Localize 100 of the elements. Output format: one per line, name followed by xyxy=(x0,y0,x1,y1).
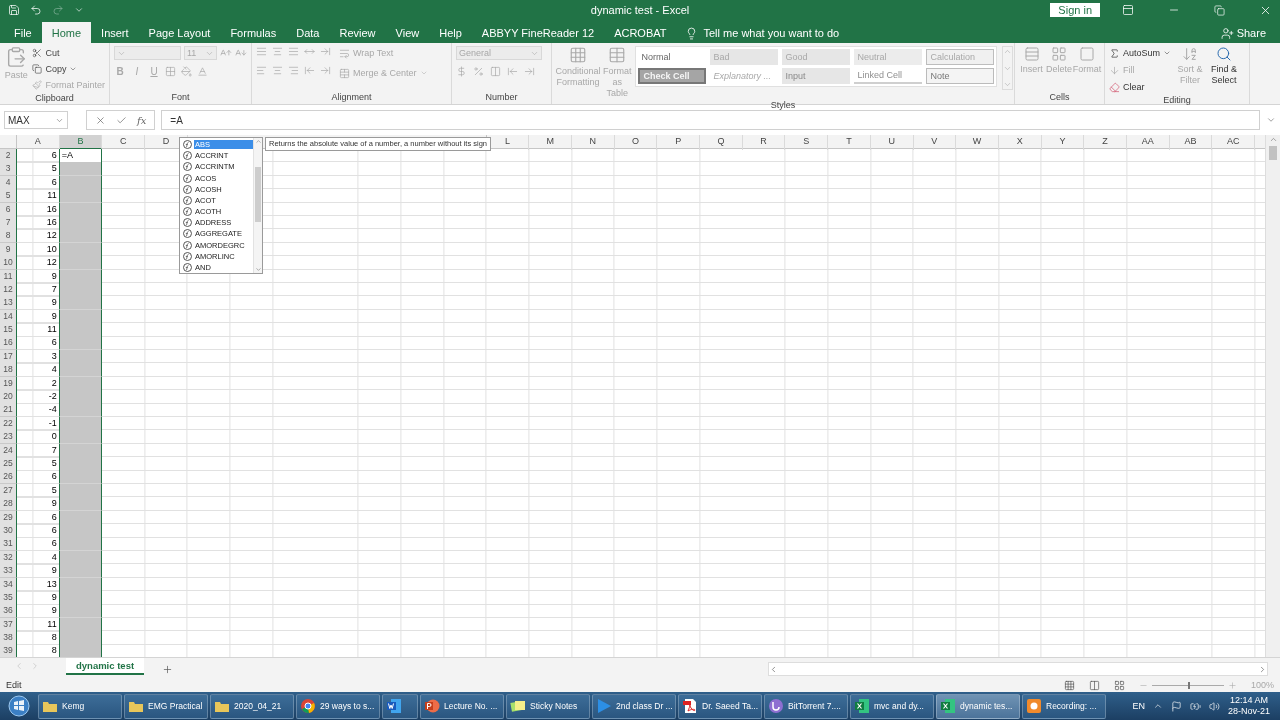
font-name-field[interactable] xyxy=(114,46,181,60)
ribbon-tab[interactable]: ACROBAT xyxy=(604,23,677,43)
gallery-scroll[interactable] xyxy=(1001,46,1013,90)
cell-style[interactable]: Note xyxy=(925,68,994,84)
taskbar-button[interactable]: 2nd class Dr ... xyxy=(592,693,676,719)
percent-icon xyxy=(473,66,484,77)
paintbrush-icon xyxy=(32,80,43,90)
cut-button[interactable]: Cut xyxy=(32,46,105,60)
scroll-thumb[interactable] xyxy=(255,167,261,222)
autosum-button[interactable]: AutoSum xyxy=(1109,46,1172,60)
column-header[interactable]: S xyxy=(785,135,829,150)
taskbar-button[interactable]: Sticky Notes xyxy=(506,693,590,719)
name-box[interactable]: MAX xyxy=(4,111,68,129)
taskbar-button[interactable]: Dr. Saeed Ta... xyxy=(678,693,762,719)
row-number[interactable]: 20 xyxy=(0,390,17,405)
ribbon-tab[interactable]: Home xyxy=(41,22,92,43)
table-cell: 12 xyxy=(17,256,60,271)
column-header[interactable]: U xyxy=(870,135,914,150)
clock[interactable]: 12:14 AM 28-Nov-21 xyxy=(1227,695,1270,717)
ribbon-tab[interactable]: Review xyxy=(329,23,386,43)
column-header[interactable]: X xyxy=(998,135,1042,150)
ribbon-tab[interactable]: Help xyxy=(429,23,472,43)
row-number[interactable]: 23 xyxy=(0,430,17,445)
row-number[interactable]: 26 xyxy=(0,470,17,485)
column-header[interactable]: AA xyxy=(1126,135,1170,150)
row-number[interactable]: 33 xyxy=(0,564,17,579)
taskbar-button[interactable]: 29 ways to s... xyxy=(296,693,380,719)
formula-field[interactable]: =A xyxy=(161,110,1260,130)
next-sheet-icon xyxy=(30,661,40,671)
taskbar-button[interactable]: Lecture No. ... xyxy=(420,693,504,719)
zoom-thumb[interactable] xyxy=(1187,681,1190,689)
row-number[interactable]: 31 xyxy=(0,537,17,552)
row-number[interactable]: 10 xyxy=(0,256,17,271)
row-number[interactable]: 39 xyxy=(0,644,17,657)
align-right-icon xyxy=(288,65,299,76)
insert-function-button[interactable]: fx xyxy=(137,114,147,126)
row-number[interactable]: 13 xyxy=(0,296,17,311)
language-indicator[interactable]: EN xyxy=(1132,701,1145,711)
column-header[interactable]: Y xyxy=(1041,135,1085,150)
sheet-tab[interactable]: dynamic test xyxy=(66,658,145,675)
table-cell: 6 xyxy=(17,510,60,525)
normal-view-icon xyxy=(1063,679,1075,691)
ribbon-tab[interactable]: Page Layout xyxy=(138,23,221,43)
row-number[interactable]: 3 xyxy=(0,162,17,177)
column-header[interactable]: M xyxy=(529,135,572,150)
ribbon-tab[interactable]: Formulas xyxy=(220,23,287,43)
ribbon-tab[interactable]: Data xyxy=(286,23,330,43)
column-header[interactable]: P xyxy=(657,135,701,150)
taskbar-button[interactable]: Kemg xyxy=(38,693,122,719)
taskbar-button[interactable]: 2020_04_21 xyxy=(210,693,294,719)
row-number[interactable]: 16 xyxy=(0,336,17,351)
column-header[interactable]: V xyxy=(913,135,957,150)
cell-style[interactable]: Linked Cell xyxy=(853,68,922,84)
taskbar-button[interactable] xyxy=(382,693,418,719)
row-number[interactable]: 21 xyxy=(0,403,17,418)
column-header[interactable]: AB xyxy=(1169,135,1213,150)
taskbar-button[interactable]: Recording: ... xyxy=(1022,693,1106,719)
ribbon-tab[interactable]: ABBYY FineReader 12 xyxy=(471,23,605,43)
column-header[interactable]: T xyxy=(828,135,871,150)
vertical-scrollbar[interactable] xyxy=(1265,135,1280,657)
taskbar-button[interactable]: BitTorrent 7.... xyxy=(764,693,848,719)
ribbon-tab[interactable]: File xyxy=(4,23,42,43)
table-cell: -2 xyxy=(17,390,60,405)
horizontal-scrollbar[interactable] xyxy=(768,662,1268,676)
pdf-icon xyxy=(682,698,698,714)
tell-me-field[interactable]: Tell me what you want to do xyxy=(703,27,840,39)
clear-button[interactable]: Clear xyxy=(1109,80,1172,94)
row-number[interactable]: 8 xyxy=(0,229,17,244)
taskbar-button[interactable]: dynamic tes... xyxy=(936,693,1020,719)
align-top-icon xyxy=(256,46,267,57)
sign-in-button[interactable]: Sign in xyxy=(1050,3,1100,17)
undo-icon xyxy=(30,4,42,16)
ribbon-tab[interactable]: Insert xyxy=(91,23,139,43)
row-number[interactable]: 15 xyxy=(0,323,17,338)
taskbar-button[interactable]: EMG Practical xyxy=(124,693,208,719)
row-number[interactable]: 18 xyxy=(0,363,17,378)
find-select-button[interactable]: Find & Select xyxy=(1209,46,1240,86)
column-header[interactable]: Q xyxy=(700,135,743,150)
column-header[interactable]: Z xyxy=(1084,135,1127,150)
copy-button[interactable]: Copy xyxy=(32,62,105,76)
column-header[interactable]: O xyxy=(614,135,658,150)
share-button[interactable]: Share xyxy=(1214,23,1272,43)
row-number[interactable]: 5 xyxy=(0,189,17,204)
table-cell: 9 xyxy=(17,497,60,512)
table-cell: 4 xyxy=(17,550,60,565)
taskbar-button[interactable]: mvc and dy... xyxy=(850,693,934,719)
scroll-thumb[interactable] xyxy=(1269,146,1277,160)
table-cell: 0 xyxy=(17,430,60,445)
row-number[interactable]: 38 xyxy=(0,631,17,646)
function-icon xyxy=(183,173,192,183)
decrease-indent-icon xyxy=(304,65,315,76)
column-header[interactable]: R xyxy=(742,135,786,150)
column-header[interactable]: W xyxy=(956,135,999,150)
ribbon-tab[interactable]: View xyxy=(385,23,430,43)
row-number[interactable]: 36 xyxy=(0,604,17,619)
row-number[interactable]: 28 xyxy=(0,497,17,512)
column-header[interactable]: N xyxy=(572,135,615,150)
table-cell: 5 xyxy=(17,483,60,498)
row-number[interactable]: 2 xyxy=(0,149,17,163)
column-header[interactable]: AC xyxy=(1212,135,1255,150)
